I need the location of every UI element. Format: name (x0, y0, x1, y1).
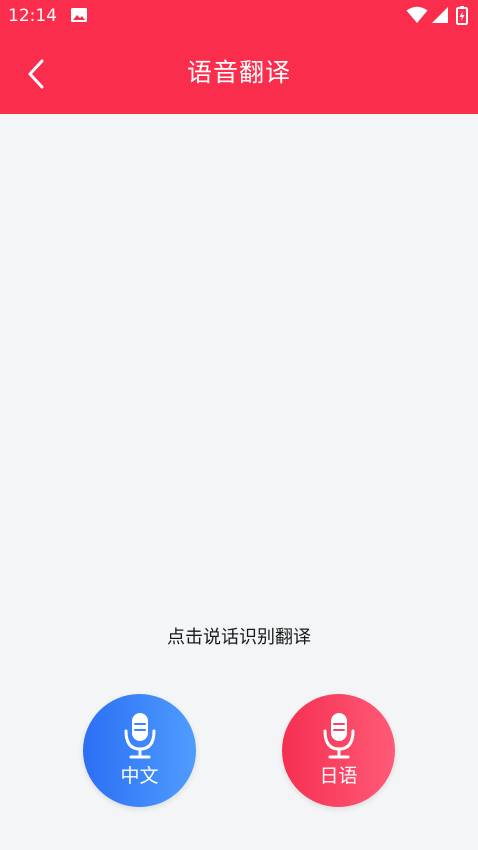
microphone-icon (124, 713, 156, 759)
japanese-mic-button[interactable]: 日语 (282, 694, 395, 807)
app-bar: 语音翻译 (0, 32, 478, 114)
japanese-mic-label: 日语 (319, 765, 358, 787)
page-title: 语音翻译 (186, 58, 291, 87)
status-time: 12:14 (8, 6, 57, 26)
image-icon (71, 8, 87, 22)
chinese-mic-label: 中文 (120, 765, 159, 787)
header-bar: 12:14 语音翻译 (0, 0, 478, 114)
microphone-icon (323, 713, 355, 759)
wifi-icon (406, 6, 428, 23)
battery-charging-icon (456, 6, 468, 25)
chinese-mic-button[interactable]: 中文 (83, 694, 196, 807)
signal-icon (432, 7, 448, 23)
speak-hint-text: 点击说话识别翻译 (167, 627, 311, 648)
status-bar: 12:14 (0, 0, 478, 32)
status-icons (406, 6, 470, 26)
